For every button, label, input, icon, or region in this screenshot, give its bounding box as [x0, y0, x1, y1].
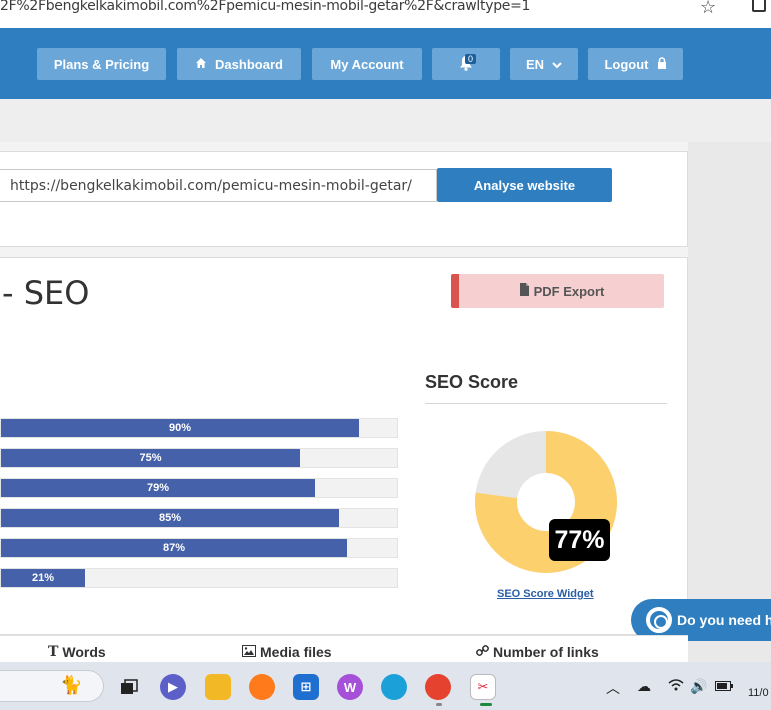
browser-toolbar: 2F%2Fbengkelkakimobil.com%2Fpemicu-mesin…	[0, 0, 771, 28]
link-icon	[476, 644, 489, 660]
battery-icon[interactable]	[715, 678, 733, 694]
task-view-icon[interactable]	[116, 674, 142, 700]
firefox-icon[interactable]	[249, 674, 275, 700]
score-bar-label: 87%	[162, 542, 186, 554]
notifications-count-badge: 0	[465, 54, 477, 64]
lock-icon	[657, 56, 667, 72]
chevron-down-icon	[552, 57, 562, 72]
page-background-band	[0, 99, 771, 142]
metric-number-of-links-label: Number of links	[493, 644, 599, 660]
pdf-export-label: PDF Export	[533, 283, 605, 299]
nav-notifications-button[interactable]	[432, 48, 500, 80]
score-bar-fill: 90%	[1, 419, 359, 437]
website-url-input[interactable]: https://bengkelkakimobil.com/pemicu-mesi…	[0, 169, 437, 202]
report-title: - SEO	[2, 274, 90, 312]
score-bar-track: 90%	[0, 418, 398, 438]
logout-label: Logout	[604, 56, 649, 72]
language-selector-label: EN	[525, 56, 545, 72]
language-selector-button[interactable]: EN	[510, 48, 578, 80]
score-bar-fill: 21%	[1, 569, 85, 587]
metric-number-of-links: Number of links	[476, 644, 599, 660]
cat-widget-icon: 🐈	[60, 675, 83, 695]
chevron-up-icon[interactable]: ︿	[606, 678, 620, 698]
snipping-tool-icon[interactable]: ✂	[470, 674, 496, 700]
seo-score-heading: SEO Score	[425, 372, 519, 392]
score-bar-label: 21%	[31, 572, 55, 584]
score-bar-track: 85%	[0, 508, 398, 528]
metric-media-files-label: Media files	[260, 644, 332, 660]
wifi-icon[interactable]	[668, 678, 684, 694]
nav-my-account-button[interactable]: My Account	[312, 48, 422, 80]
score-bar-track: 79%	[0, 478, 398, 498]
metric-media-files: Media files	[242, 644, 332, 660]
score-bar-label: 90%	[168, 422, 192, 434]
seo-score-divider	[425, 403, 667, 404]
image-icon	[242, 644, 256, 660]
cloud-icon[interactable]: ☁	[637, 678, 651, 695]
score-bar-fill: 75%	[1, 449, 300, 467]
chrome-running-indicator	[436, 703, 442, 706]
nav-my-account-label: My Account	[330, 56, 404, 72]
taskbar-search-box[interactable]: 🐈	[0, 670, 104, 702]
score-bar-label: 79%	[146, 482, 170, 494]
score-bar-label: 85%	[158, 512, 182, 524]
metric-words: T Words	[48, 644, 106, 660]
score-bar-track: 75%	[0, 448, 398, 468]
analyse-website-label: Analyse website	[473, 177, 576, 193]
edge-icon[interactable]	[381, 674, 407, 700]
taskbar-clock[interactable]: 11/0	[748, 687, 769, 699]
side-panel-icon[interactable]	[752, 0, 766, 12]
pdf-export-button[interactable]: PDF Export	[451, 274, 664, 308]
microsoft-store-icon[interactable]: ⊞	[293, 674, 319, 700]
website-url-value: https://bengkelkakimobil.com/pemicu-mesi…	[10, 177, 412, 194]
bookmark-star-icon[interactable]: ☆	[700, 0, 716, 18]
seo-score-widget-link[interactable]: SEO Score Widget	[497, 588, 593, 600]
seo-score-value: 77%	[549, 519, 610, 561]
address-bar[interactable]: 2F%2Fbengkelkakimobil.com%2Fpemicu-mesin…	[0, 0, 735, 21]
life-ring-icon	[646, 607, 672, 633]
score-bar-fill: 87%	[1, 539, 347, 557]
score-bar-track: 87%	[0, 538, 398, 558]
file-pdf-icon	[519, 283, 530, 299]
address-bar-url[interactable]: 2F%2Fbengkelkakimobil.com%2Fpemicu-mesin…	[0, 0, 530, 14]
snipping-active-indicator	[480, 703, 492, 706]
nav-plans-pricing-label: Plans & Pricing	[53, 56, 150, 72]
home-icon	[195, 57, 207, 72]
score-bar-fill: 79%	[1, 479, 315, 497]
nav-dashboard-label: Dashboard	[215, 56, 283, 72]
chrome-icon[interactable]	[425, 674, 451, 700]
volume-icon[interactable]: 🔊	[690, 678, 707, 695]
wps-office-icon[interactable]: W	[337, 674, 363, 700]
metric-words-label: Words	[62, 644, 106, 660]
text-height-icon: T	[48, 644, 59, 660]
nav-plans-pricing-button[interactable]: Plans & Pricing	[37, 48, 166, 80]
score-bar-track: 21%	[0, 568, 398, 588]
analyse-website-button[interactable]: Analyse website	[437, 168, 612, 202]
logout-button[interactable]: Logout	[588, 48, 683, 80]
help-chat-label: Do you need h	[677, 612, 771, 628]
meet-chat-icon[interactable]: ▶	[160, 674, 186, 700]
score-bar-label: 75%	[139, 452, 162, 464]
file-explorer-icon[interactable]	[205, 674, 231, 700]
nav-dashboard-button[interactable]: Dashboard	[177, 48, 301, 80]
score-bar-fill: 85%	[1, 509, 339, 527]
